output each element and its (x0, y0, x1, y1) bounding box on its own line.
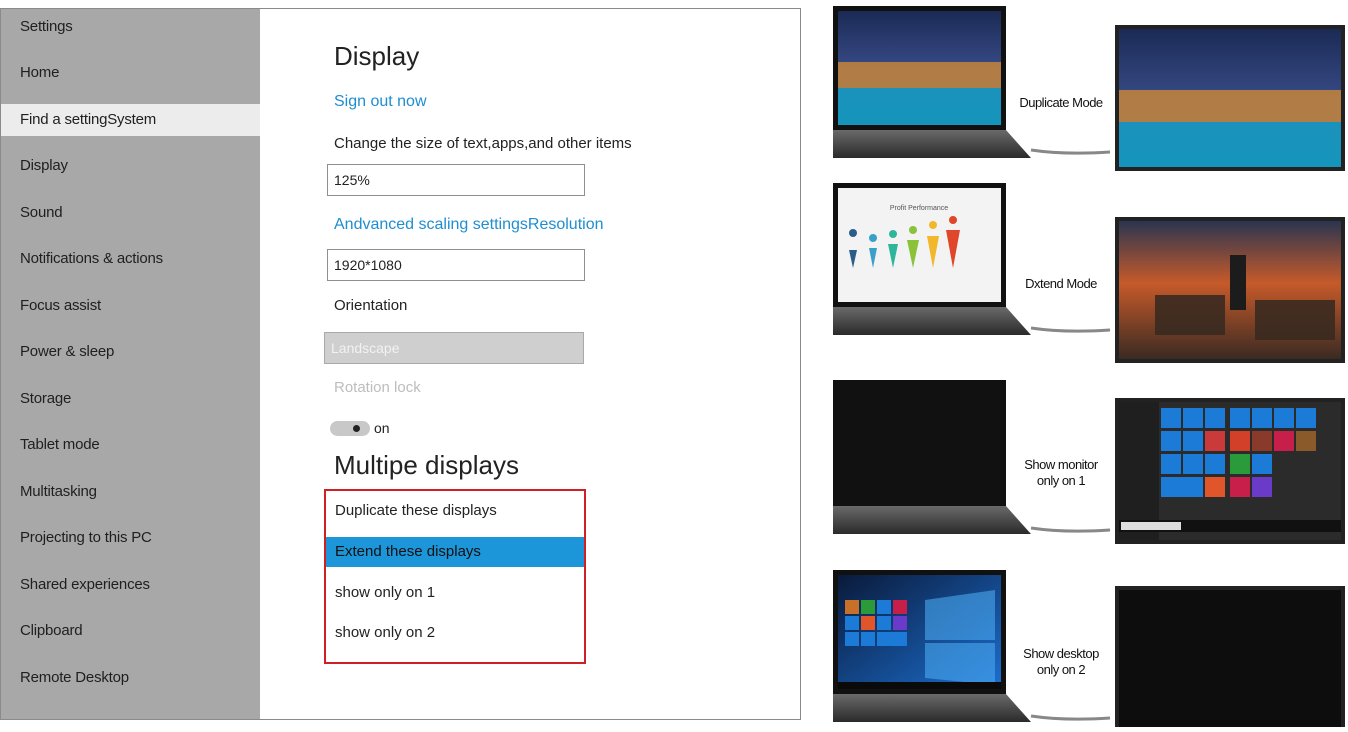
extend-mode-row: Profit Performance (833, 183, 1345, 363)
sidebar-item-home[interactable]: Home (1, 57, 260, 89)
show-desktop-line-1: Show desktop (1023, 646, 1099, 661)
cable (1030, 714, 1111, 721)
option-show-only-2[interactable]: show only on 2 (326, 618, 584, 648)
show-monitor-line-1: Show monitor (1024, 457, 1098, 472)
monitor-screen-off (1119, 590, 1341, 727)
sidebar-item-tablet-mode[interactable]: Tablet mode (1, 429, 260, 461)
sidebar-item-find-setting[interactable]: Find a settingSystem (1, 104, 260, 136)
sidebar-item-power-sleep[interactable]: Power & sleep (1, 336, 260, 368)
multiple-displays-dropdown: Duplicate these displays Extend these di… (324, 489, 586, 664)
laptop-keyboard (833, 307, 1031, 335)
rotation-lock-state: on (374, 420, 390, 436)
sidebar-item-multitasking[interactable]: Multitasking (1, 476, 260, 508)
sidebar-item-projecting[interactable]: Projecting to this PC (1, 522, 260, 554)
cable (1030, 148, 1111, 155)
sidebar-item-notifications[interactable]: Notifications & actions (1, 243, 260, 275)
laptop-keyboard (833, 506, 1031, 534)
display-modes-illustration: Profit Performance Duplicate Mode Dxtend… (825, 0, 1348, 727)
cable (1030, 526, 1111, 533)
toggle-knob (353, 425, 360, 432)
sidebar-item-clipboard[interactable]: Clipboard (1, 615, 260, 647)
show-monitor-line-2: only on 1 (1036, 473, 1086, 488)
sign-out-link[interactable]: Sign out now (334, 93, 427, 111)
slide-title: Profit Performance (890, 205, 948, 212)
sidebar-item-shared-experiences[interactable]: Shared experiences (1, 569, 260, 601)
orientation-label: Orientation (334, 297, 408, 314)
option-extend-displays[interactable]: Extend these displays (326, 537, 584, 567)
sidebar-item-remote-desktop[interactable]: Remote Desktop (1, 662, 260, 694)
option-show-only-1[interactable]: show only on 1 (326, 578, 584, 608)
resolution-select[interactable]: 1920*1080 (327, 249, 585, 281)
show-desktop-line-2: only on 2 (1036, 662, 1086, 677)
laptop-screen-off (833, 380, 1006, 506)
advanced-scaling-link[interactable]: Andvanced scaling settingsResolution (334, 216, 604, 234)
cable (1030, 326, 1111, 333)
sidebar-item-storage[interactable]: Storage (1, 383, 260, 415)
settings-sidebar: Settings Home Find a settingSystem Displ… (1, 9, 260, 719)
scale-select[interactable]: 125% (327, 164, 585, 196)
page-title: Display (334, 41, 420, 71)
rotation-lock-toggle[interactable] (330, 421, 370, 436)
show-desktop-only-label: Show desktop only on 2 (1008, 646, 1114, 678)
duplicate-mode-label: Duplicate Mode (1019, 95, 1103, 110)
sidebar-item-display[interactable]: Display (1, 150, 260, 182)
multiple-displays-title: Multipe displays (334, 450, 519, 480)
display-settings-pane: Display Sign out now Change the size of … (260, 9, 800, 719)
show-monitor-only-label: Show monitor only on 1 (1008, 457, 1114, 489)
extend-mode-label: Dxtend Mode (1025, 276, 1097, 291)
duplicate-mode-row (833, 6, 1345, 171)
laptop-keyboard (833, 130, 1031, 158)
sidebar-item-sound[interactable]: Sound (1, 197, 260, 229)
option-duplicate-displays[interactable]: Duplicate these displays (326, 496, 584, 526)
settings-window: Settings Home Find a settingSystem Displ… (0, 8, 801, 720)
orientation-select[interactable]: Landscape (324, 332, 584, 364)
scale-label: Change the size of text,apps,and other i… (334, 135, 632, 152)
laptop-keyboard (833, 694, 1031, 722)
sidebar-item-focus-assist[interactable]: Focus assist (1, 290, 260, 322)
sidebar-item-settings[interactable]: Settings (1, 11, 260, 43)
rotation-lock-label: Rotation lock (334, 379, 421, 396)
